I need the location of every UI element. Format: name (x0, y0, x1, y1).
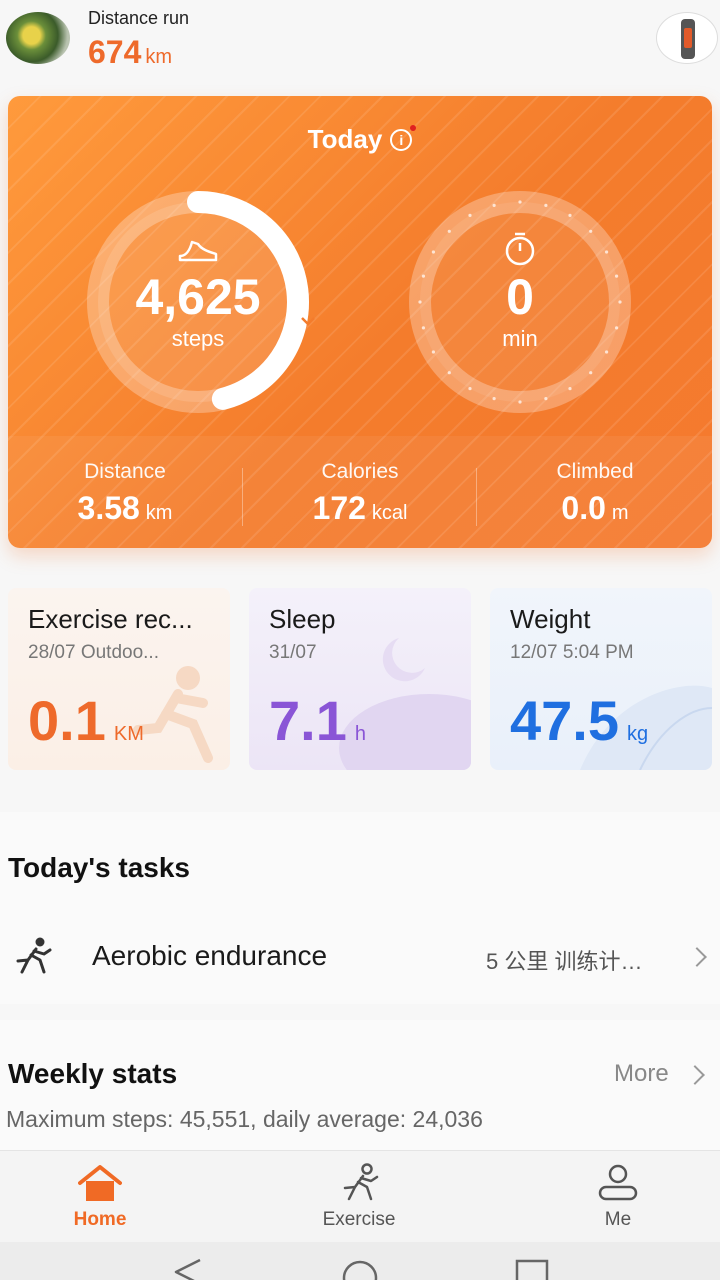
ring-dot (589, 371, 593, 375)
chevron-right-icon (685, 1065, 705, 1085)
exercise-record-card[interactable]: Exercise rec... 28/07 Outdoo... 0.1 KM (8, 588, 230, 770)
task-row-aerobic[interactable]: Aerobic endurance 5 公里 训练计… (0, 912, 720, 1000)
exercise-record-unit: KM (113, 723, 144, 745)
ring-dot (544, 203, 548, 208)
nav-me[interactable]: Me (558, 1163, 678, 1231)
health-app: Distance run 674km Todayi 4,625 steps (0, 0, 720, 1280)
todays-tasks-section: Today's tasks Aerobic endurance 5 公里 训练计… (0, 812, 720, 1004)
stat-distance-label: Distance (84, 460, 166, 483)
recents-icon[interactable] (514, 1258, 550, 1280)
weight-value-row: 47.5 kg (510, 688, 648, 753)
weight-title: Weight (510, 604, 591, 634)
info-icon[interactable]: i (390, 125, 417, 151)
distance-run-number: 674 (88, 34, 142, 70)
steps-value: 4,625 (135, 269, 261, 325)
ring-dot (544, 396, 548, 401)
person-icon (598, 1164, 638, 1201)
today-title: Today i (8, 124, 712, 155)
exercise-record-value: 0.1 (28, 689, 106, 752)
weight-card[interactable]: Weight 12/07 5:04 PM 47.5 kg (490, 588, 712, 770)
nav-me-label: Me (604, 1209, 632, 1230)
ring-dot (447, 229, 451, 233)
exercise-record-subtitle: 28/07 Outdoo... (28, 642, 159, 663)
steps-readout: 4,625 steps (98, 268, 298, 352)
sleep-title: Sleep (269, 604, 336, 634)
distance-run-label: Distance run (88, 8, 190, 28)
active-minutes-label: min (502, 326, 538, 351)
task-plan: 5 公里 训练计… (486, 949, 643, 974)
system-nav-bar (0, 1242, 720, 1280)
exercise-record-value-row: 0.1 KM (28, 688, 144, 753)
ring-dot (468, 213, 472, 217)
stat-distance[interactable]: Distance 3.58 km (8, 460, 242, 527)
stopwatch-icon (505, 232, 535, 266)
stat-calories-unit: kcal (371, 502, 408, 524)
home-icon (78, 1165, 122, 1201)
back-icon[interactable] (170, 1258, 204, 1280)
today-stats-row: Distance 3.58 km Calories 172 kcal Climbed… (8, 436, 712, 548)
watch-screen-icon (684, 28, 692, 48)
nav-exercise-label: Exercise (322, 1209, 396, 1230)
active-minutes-value: 0 (506, 269, 534, 325)
ring-dot (431, 250, 435, 254)
nav-home-label: Home (73, 1209, 127, 1230)
avatar[interactable] (6, 12, 70, 64)
weekly-stats-section[interactable]: Weekly stats More Maximum steps: 45,551,… (0, 1020, 720, 1150)
stat-calories[interactable]: Calories 172 kcal (243, 460, 477, 527)
ring-dot (518, 400, 522, 404)
todays-tasks-title: Today's tasks (8, 852, 190, 883)
exercise-record-title: Exercise rec... (28, 604, 193, 634)
stat-climbed-label: Climbed (556, 460, 634, 483)
header: Distance run 674 km (0, 0, 720, 90)
distance-run-value[interactable]: 674 km (88, 34, 172, 71)
ring-dot (518, 200, 522, 204)
weight-unit: kg (627, 723, 649, 745)
sleep-unit: h (354, 723, 366, 745)
stat-calories-label: Calories (321, 460, 399, 483)
sleep-card[interactable]: Sleep 31/07 7.1 h (249, 588, 471, 770)
stat-climbed-value: 0.0 (561, 490, 606, 526)
distance-run-unit: km (145, 46, 173, 68)
ring-dot (589, 229, 593, 233)
home-circle-icon[interactable] (340, 1258, 380, 1280)
weight-value: 47.5 (510, 689, 619, 752)
today-title-text: Today (307, 124, 383, 154)
more-link[interactable]: More (614, 1060, 669, 1088)
task-label: Aerobic endurance (92, 940, 328, 971)
active-minutes-readout: 0 min (420, 268, 620, 352)
nav-home[interactable]: Home (40, 1163, 160, 1231)
chevron-right-icon (687, 947, 707, 967)
stat-divider (476, 468, 477, 526)
ring-dot (468, 387, 472, 391)
ring-dot (568, 387, 572, 391)
steps-label: steps (171, 326, 225, 351)
device-watch-button[interactable] (656, 12, 718, 64)
stat-distance-value: 3.58 (77, 490, 140, 526)
stat-climbed[interactable]: Climbed 0.0 m (478, 460, 712, 527)
today-card[interactable]: Today i 4,625 steps 0 min Distance 3.58 … (8, 96, 712, 548)
exercise-icon (343, 1163, 379, 1201)
stat-climbed-unit: m (611, 502, 629, 524)
nav-exercise[interactable]: Exercise (299, 1163, 419, 1231)
ring-dot (492, 396, 496, 401)
stat-distance-unit: km (145, 502, 173, 524)
running-icon (16, 937, 52, 974)
sleep-value: 7.1 (269, 689, 347, 752)
shoe-icon (178, 240, 218, 262)
notification-dot (410, 125, 417, 131)
sleep-subtitle: 31/07 (269, 642, 317, 663)
ring-dot (568, 213, 572, 217)
weight-subtitle: 12/07 5:04 PM (510, 642, 634, 663)
weekly-stats-description: Maximum steps: 45,551, daily average: 24… (6, 1106, 483, 1132)
bottom-nav: Home Exercise Me (0, 1150, 720, 1242)
sleep-value-row: 7.1 h (269, 688, 366, 753)
ring-dot (605, 250, 609, 254)
ring-dot (447, 371, 451, 375)
weekly-stats-title: Weekly stats (8, 1058, 178, 1089)
stat-calories-value: 172 (312, 490, 366, 526)
ring-dot (492, 203, 496, 208)
info-icon-glyph: i (399, 132, 404, 148)
